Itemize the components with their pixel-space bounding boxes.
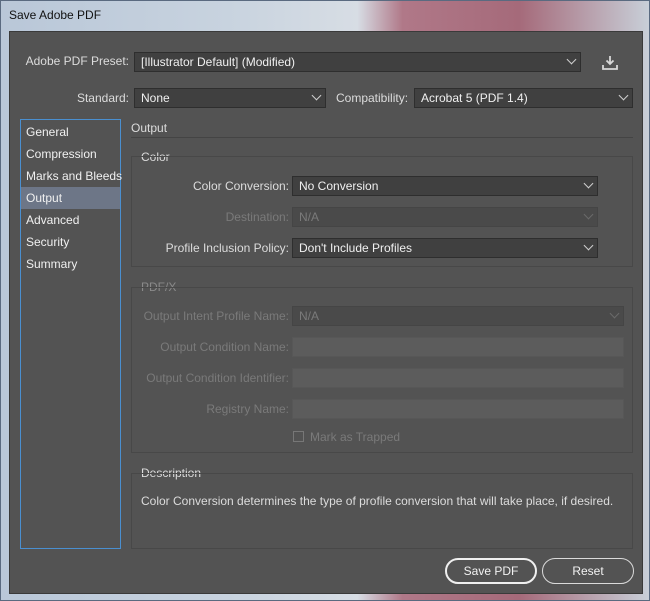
window-title: Save Adobe PDF <box>9 8 102 22</box>
nav-item-general[interactable]: General <box>21 121 120 143</box>
standard-value: None <box>141 91 170 105</box>
output-intent-value: N/A <box>299 309 320 323</box>
profile-policy-select[interactable]: Don't Include Profiles <box>292 238 598 258</box>
chevron-down-icon <box>311 90 322 101</box>
save-pdf-dialog: Adobe PDF Preset: [Illustrator Default] … <box>9 31 643 594</box>
color-conversion-value: No Conversion <box>299 179 379 193</box>
profile-policy-value: Don't Include Profiles <box>299 241 413 255</box>
profile-policy-label: Profile Inclusion Policy: <box>165 241 289 255</box>
nav-item-marks-and-bleeds[interactable]: Marks and Bleeds <box>21 165 122 187</box>
output-condition-name-label: Output Condition Name: <box>160 340 289 354</box>
window-frame: Save Adobe PDF Adobe PDF Preset: [Illust… <box>0 0 650 601</box>
save-pdf-button[interactable]: Save PDF <box>445 558 537 584</box>
output-intent-label: Output Intent Profile Name: <box>143 309 289 323</box>
chevron-down-icon <box>618 90 629 101</box>
chevron-down-icon <box>583 240 594 251</box>
panel-divider <box>131 137 633 138</box>
chevron-down-icon <box>583 178 594 189</box>
destination-label: Destination: <box>225 210 289 224</box>
output-condition-name-field[interactable] <box>292 337 624 357</box>
compatibility-value: Acrobat 5 (PDF 1.4) <box>421 91 528 105</box>
compatibility-select[interactable]: Acrobat 5 (PDF 1.4) <box>414 88 633 108</box>
mark-as-trapped-label: Mark as Trapped <box>310 430 401 444</box>
registry-name-label: Registry Name: <box>206 402 289 416</box>
nav-item-compression[interactable]: Compression <box>21 143 120 165</box>
chevron-down-icon <box>583 209 594 220</box>
preset-select[interactable]: [Illustrator Default] (Modified) <box>134 52 581 72</box>
color-conversion-select[interactable]: No Conversion <box>292 176 598 196</box>
save-preset-icon[interactable] <box>601 54 619 72</box>
reset-button[interactable]: Reset <box>542 558 634 584</box>
category-list: General Compression Marks and Bleeds Out… <box>20 119 122 549</box>
chevron-down-icon <box>609 308 620 319</box>
output-condition-identifier-field[interactable] <box>292 368 624 388</box>
panel-title: Output <box>131 121 168 135</box>
preset-value: [Illustrator Default] (Modified) <box>141 55 296 69</box>
mark-as-trapped-checkbox[interactable] <box>293 431 304 442</box>
nav-item-security[interactable]: Security <box>21 231 120 253</box>
output-intent-select[interactable]: N/A <box>292 306 624 326</box>
compatibility-label: Compatibility: <box>336 91 409 105</box>
color-conversion-label: Color Conversion: <box>192 179 289 193</box>
preset-label: Adobe PDF Preset: <box>25 54 129 68</box>
registry-name-field[interactable] <box>292 399 624 419</box>
destination-value: N/A <box>299 210 320 224</box>
description-group <box>131 473 633 549</box>
nav-item-advanced[interactable]: Advanced <box>21 209 120 231</box>
standard-label: Standard: <box>76 91 129 105</box>
output-condition-identifier-label: Output Condition Identifier: <box>146 371 289 385</box>
destination-select[interactable]: N/A <box>292 207 598 227</box>
description-text: Color Conversion determines the type of … <box>141 494 614 508</box>
title-bar[interactable]: Save Adobe PDF <box>1 1 650 31</box>
chevron-down-icon <box>566 54 577 65</box>
standard-select[interactable]: None <box>134 88 326 108</box>
nav-item-output[interactable]: Output <box>21 187 120 209</box>
nav-item-summary[interactable]: Summary <box>21 253 120 275</box>
